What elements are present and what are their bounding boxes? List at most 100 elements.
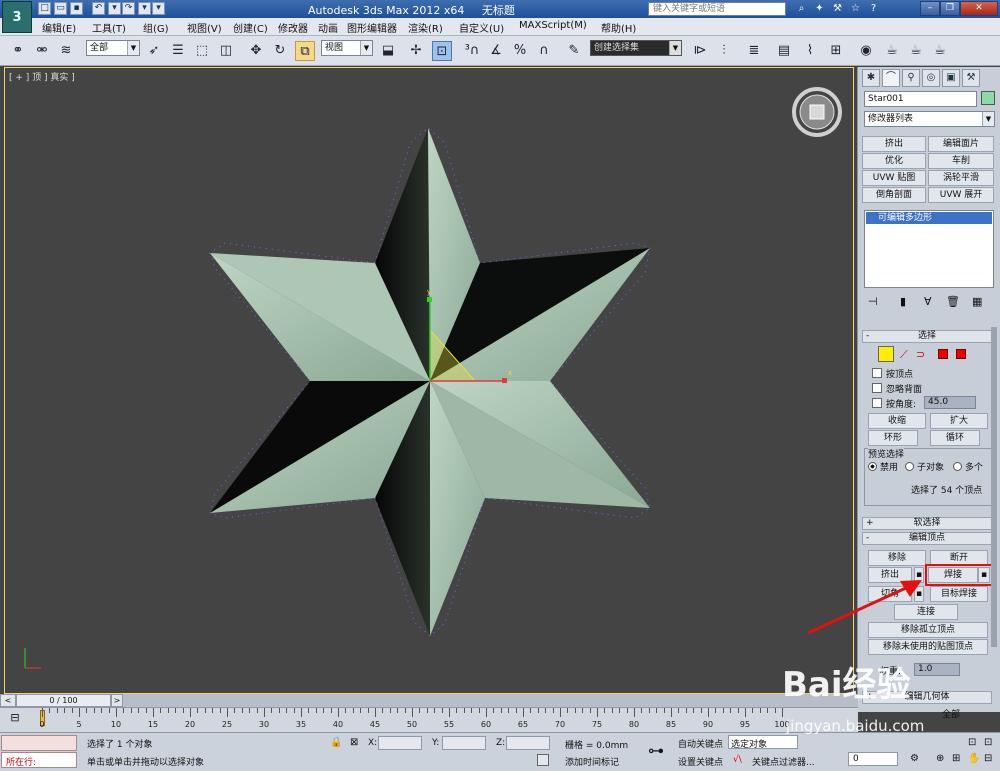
current-frame-field[interactable]: 0 bbox=[848, 752, 898, 766]
set-key-button[interactable]: 设置关键点 bbox=[678, 755, 723, 768]
vertex-mode-icon[interactable] bbox=[878, 346, 894, 362]
modify-tab-icon[interactable]: ⌒ bbox=[882, 69, 900, 87]
element-mode-icon[interactable] bbox=[956, 349, 966, 359]
display-tab-icon[interactable]: ▣ bbox=[942, 69, 960, 87]
auto-key-button[interactable]: 自动关键点 bbox=[678, 737, 723, 750]
menu-edit[interactable]: 编辑(E) bbox=[42, 20, 76, 35]
star-model[interactable]: y x bbox=[5, 68, 855, 695]
border-mode-icon[interactable]: ⊃ bbox=[916, 348, 925, 361]
help-icon[interactable]: ? bbox=[867, 2, 880, 15]
angle-value-field[interactable]: 45.0 bbox=[924, 396, 976, 409]
modifier-unwrap-uvw-button[interactable]: UVW 展开 bbox=[928, 187, 994, 203]
pin-stack-icon[interactable]: ⊣ bbox=[868, 295, 878, 308]
render-production-icon[interactable]: ☕ bbox=[930, 41, 950, 61]
zoom-all-icon[interactable]: ⊞ bbox=[952, 753, 960, 764]
preview-subobject-radio[interactable] bbox=[905, 462, 914, 471]
menu-views[interactable]: 视图(V) bbox=[187, 20, 222, 35]
y-coordinate-field[interactable] bbox=[442, 736, 486, 750]
rectangular-selection-icon[interactable]: ⬚ bbox=[192, 41, 212, 61]
communication-icon[interactable]: ⚒ bbox=[831, 2, 844, 15]
menu-tools[interactable]: 工具(T) bbox=[92, 20, 126, 35]
menu-customize[interactable]: 自定义(U) bbox=[459, 20, 504, 35]
menu-create[interactable]: 创建(C) bbox=[233, 20, 268, 35]
key-mode-icon[interactable]: √\ bbox=[733, 755, 742, 765]
time-slider-prev-icon[interactable]: < bbox=[0, 694, 16, 707]
time-slider-next-icon[interactable]: > bbox=[111, 694, 123, 707]
x-coordinate-field[interactable] bbox=[378, 736, 422, 750]
modifier-edit-patch-button[interactable]: 编辑面片 bbox=[928, 136, 994, 152]
key-filters-button[interactable]: 关键点过滤器... bbox=[752, 755, 815, 768]
soft-selection-rollout-header[interactable]: + 软选择 bbox=[862, 517, 992, 530]
keyboard-shortcut-override-icon[interactable]: ⊡ bbox=[432, 41, 452, 61]
window-crossing-icon[interactable]: ◫ bbox=[216, 41, 236, 61]
selection-rollout-header[interactable]: - 选择 bbox=[862, 330, 992, 343]
pan-icon[interactable]: ✋ bbox=[968, 753, 980, 764]
angle-snap-icon[interactable]: ∡ bbox=[486, 41, 506, 61]
rendered-frame-window-icon[interactable]: ☕ bbox=[906, 41, 926, 61]
curve-editor-icon[interactable]: ⌇ bbox=[800, 41, 820, 61]
layer-manager-icon[interactable]: ≣ bbox=[744, 41, 764, 61]
modifier-list-dropdown[interactable]: 修改器列表 ▼ bbox=[864, 111, 995, 127]
save-file-icon[interactable]: ▪ bbox=[70, 2, 83, 15]
select-and-move-icon[interactable]: ✥ bbox=[246, 41, 266, 61]
zoom-extents-icon[interactable]: ⊡ bbox=[968, 737, 976, 748]
select-by-name-icon[interactable]: ☰ bbox=[168, 41, 188, 61]
set-key-icon[interactable]: ⊶ bbox=[648, 741, 664, 760]
align-icon[interactable]: ⫶ bbox=[714, 41, 734, 61]
preview-multi-radio[interactable] bbox=[953, 462, 962, 471]
snaps-toggle-icon[interactable]: ³∩ bbox=[462, 41, 482, 61]
grow-button[interactable]: 扩大 bbox=[930, 413, 988, 429]
remove-unused-map-vertices-button[interactable]: 移除未使用的贴图顶点 bbox=[868, 639, 988, 655]
close-button[interactable]: ✕ bbox=[960, 1, 998, 16]
show-end-result-icon[interactable]: ▮ bbox=[900, 295, 906, 308]
configure-sets-icon[interactable]: ▦ bbox=[972, 295, 982, 308]
preview-off-radio[interactable] bbox=[868, 462, 877, 471]
menu-modifiers[interactable]: 修改器 bbox=[278, 20, 308, 35]
menu-animation[interactable]: 动画 bbox=[318, 20, 338, 35]
loop-button[interactable]: 循环 bbox=[930, 430, 980, 446]
select-and-rotate-icon[interactable]: ↻ bbox=[270, 41, 290, 61]
absolute-mode-icon[interactable]: ⊠ bbox=[350, 737, 358, 748]
modifier-stack-list[interactable]: 可编辑多边形 bbox=[864, 210, 994, 288]
new-file-icon[interactable]: □ bbox=[38, 2, 51, 15]
panel-scrollbar[interactable] bbox=[991, 327, 997, 647]
mirror-icon[interactable]: ⧐ bbox=[690, 41, 710, 61]
undo-icon[interactable]: ↶ bbox=[92, 2, 105, 15]
stack-item-editable-poly[interactable]: 可编辑多边形 bbox=[866, 212, 992, 224]
maxscript-prompt[interactable]: 所在行: bbox=[1, 752, 77, 768]
z-coordinate-field[interactable] bbox=[506, 736, 550, 750]
modifier-extrude-button[interactable]: 挤出 bbox=[862, 136, 926, 152]
create-tab-icon[interactable]: ✱ bbox=[862, 69, 880, 87]
modifier-bevel-profile-button[interactable]: 倒角剖面 bbox=[862, 187, 926, 203]
key-selection-set-dropdown[interactable]: 选定对象 bbox=[728, 735, 798, 750]
redo-dropdown-icon[interactable]: ▾ bbox=[138, 2, 151, 15]
zoom-icon[interactable]: ⊕ bbox=[936, 753, 944, 764]
edge-mode-icon[interactable]: ⟋ bbox=[900, 348, 908, 362]
redo-icon[interactable]: ↷ bbox=[122, 2, 135, 15]
object-color-swatch[interactable] bbox=[981, 91, 995, 105]
schematic-view-icon[interactable]: ⊞ bbox=[826, 41, 846, 61]
motion-tab-icon[interactable]: ◎ bbox=[922, 69, 940, 87]
hierarchy-tab-icon[interactable]: ⚲ bbox=[902, 69, 920, 87]
shrink-button[interactable]: 收缩 bbox=[868, 413, 926, 429]
bind-space-warp-icon[interactable]: ≋ bbox=[56, 41, 76, 61]
link-icon[interactable]: ⚭ bbox=[8, 41, 28, 61]
subscription-icon[interactable]: ✦ bbox=[813, 2, 826, 15]
ring-button[interactable]: 环形 bbox=[868, 430, 918, 446]
zoom-extents-all-icon[interactable]: ⊡ bbox=[984, 737, 992, 748]
menu-rendering[interactable]: 渲染(R) bbox=[408, 20, 443, 35]
modifier-optimize-button[interactable]: 优化 bbox=[862, 153, 926, 169]
favorites-icon[interactable]: ☆ bbox=[849, 2, 862, 15]
ignore-backfacing-checkbox[interactable] bbox=[872, 383, 882, 393]
edit-vertices-rollout-header[interactable]: - 编辑顶点 bbox=[862, 532, 992, 545]
maximize-viewport-icon[interactable]: ⊟ bbox=[984, 753, 992, 764]
quick-access-menu-icon[interactable]: ▾ bbox=[152, 2, 165, 15]
time-tag-icon[interactable] bbox=[537, 754, 549, 766]
add-time-tag-button[interactable]: 添加时间标记 bbox=[565, 755, 619, 768]
undo-dropdown-icon[interactable]: ▾ bbox=[108, 2, 121, 15]
object-name-field[interactable]: Star001 bbox=[864, 91, 977, 107]
utilities-tab-icon[interactable]: ⚒ bbox=[962, 69, 980, 87]
select-manipulate-icon[interactable]: ✢ bbox=[406, 41, 426, 61]
open-file-icon[interactable]: ▭ bbox=[54, 2, 67, 15]
make-unique-icon[interactable]: ∀ bbox=[924, 295, 932, 308]
